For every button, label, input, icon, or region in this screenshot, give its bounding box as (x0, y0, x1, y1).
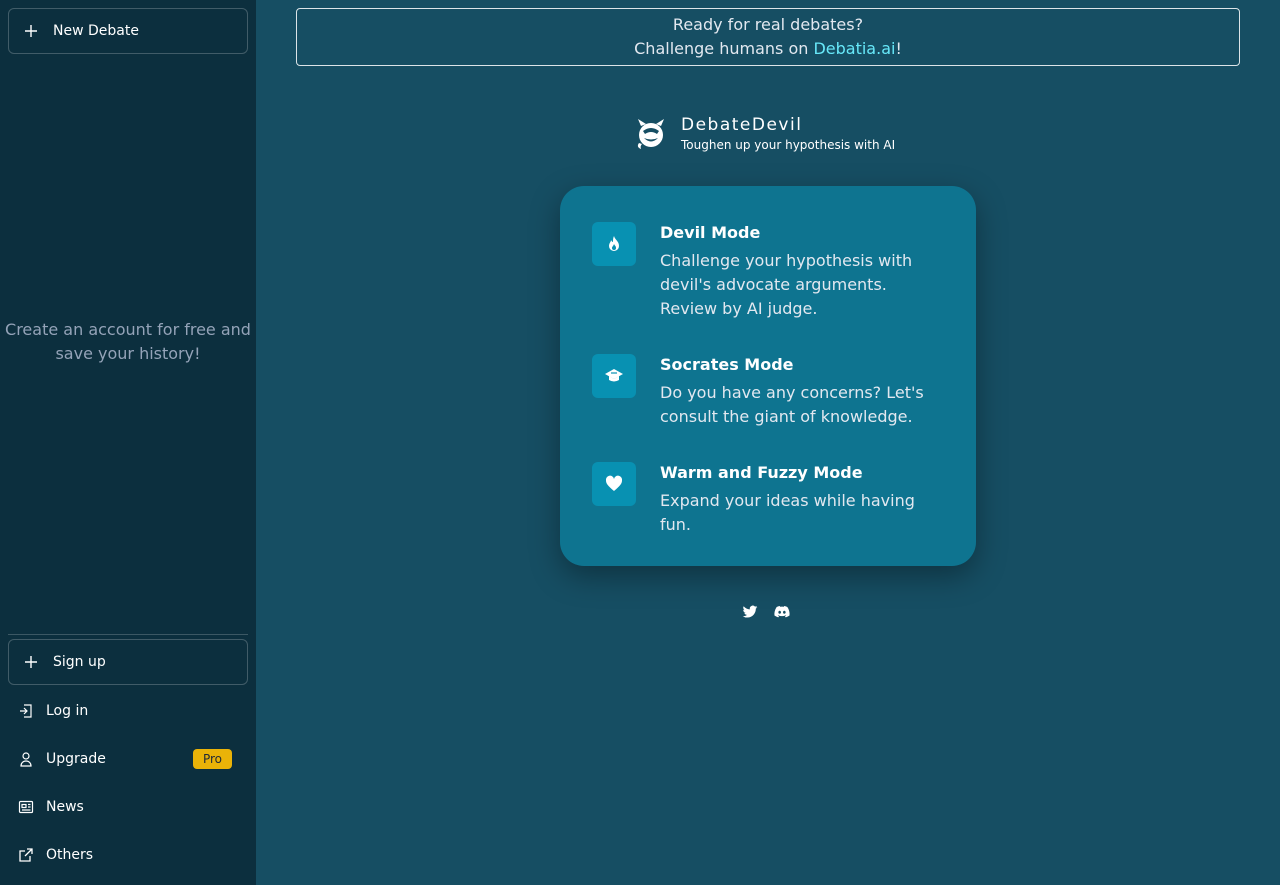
banner-prefix: Challenge humans on (634, 39, 814, 58)
devil-logo-icon (637, 118, 664, 149)
account-message: Create an account for free and save your… (5, 320, 251, 363)
social-links (742, 604, 790, 620)
sidebar-divider (8, 634, 248, 635)
user-icon (18, 751, 34, 767)
debatia-link[interactable]: Debatia.ai (813, 39, 895, 58)
brand-header: DebateDevil Toughen up your hypothesis w… (634, 114, 895, 153)
others-link[interactable]: Others (8, 835, 248, 875)
brand-name: DebateDevil (681, 115, 803, 135)
mode-description: Do you have any concerns? Let's consult … (660, 383, 924, 426)
log-in-label: Log in (46, 703, 89, 719)
new-debate-button[interactable]: New Debate (8, 8, 248, 54)
discord-icon[interactable] (774, 604, 790, 620)
banner-suffix: ! (895, 39, 902, 58)
flame-icon (592, 222, 636, 266)
mode-description: Expand your ideas while having fun. (660, 491, 915, 534)
external-link-icon (18, 847, 34, 863)
plus-icon (23, 23, 39, 39)
login-icon (18, 703, 34, 719)
upgrade-link[interactable]: Upgrade Pro (8, 739, 248, 779)
plus-icon (23, 654, 39, 670)
others-label: Others (46, 847, 94, 863)
mode-title: Devil Mode (660, 223, 761, 242)
promo-banner: Ready for real debates? Challenge humans… (296, 8, 1240, 66)
log-in-link[interactable]: Log in (8, 691, 248, 731)
new-debate-label: New Debate (53, 23, 139, 39)
sidebar: New Debate Create an account for free an… (0, 0, 256, 885)
sign-up-label: Sign up (53, 654, 106, 670)
sign-up-button[interactable]: Sign up (8, 639, 248, 685)
mode-title: Warm and Fuzzy Mode (660, 463, 863, 482)
mode-title: Socrates Mode (660, 355, 794, 374)
banner-line-2: Challenge humans on Debatia.ai! (297, 37, 1239, 61)
news-link[interactable]: News (8, 787, 248, 827)
banner-line-1: Ready for real debates? (672, 15, 864, 34)
twitter-icon[interactable] (742, 604, 758, 620)
news-label: News (46, 799, 84, 815)
graduation-cap-icon (592, 354, 636, 398)
heart-icon (592, 462, 636, 506)
mode-description: Challenge your hypothesis with devil's a… (660, 251, 913, 318)
brand-tagline: Toughen up your hypothesis with AI (681, 138, 896, 152)
mode-selection-card: Devil Mode Challenge your hypothesis wit… (560, 186, 976, 566)
newspaper-icon (18, 799, 34, 815)
pro-badge: Pro (192, 749, 232, 769)
upgrade-label: Upgrade (46, 751, 106, 767)
